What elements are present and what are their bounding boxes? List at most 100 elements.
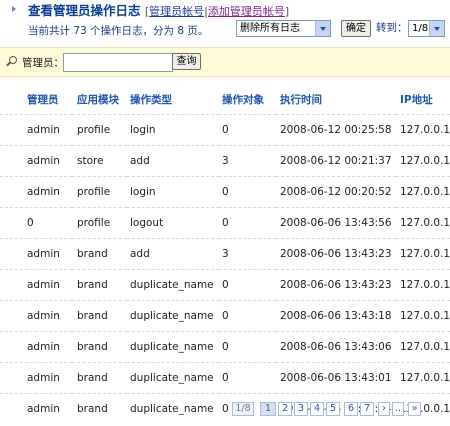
page-title: 查看管理员操作日志 [管理员帐号|添加管理员帐号] [28,0,289,19]
cell-action: duplicate_name [127,269,219,301]
column-header-ip: IP地址 [400,93,433,106]
admin-search-input[interactable] [63,53,173,72]
page-link[interactable]: 4 [310,402,324,416]
cell-module: store [72,145,127,177]
cell-action: logout [127,207,219,239]
cell-action: add [127,145,219,177]
cell-module: brand [72,393,127,424]
page-link[interactable]: 5 [326,402,340,416]
cell-target: 0 [219,362,276,394]
cell-admin: admin [0,300,72,332]
cell-ip: 127.0.0.1 [396,238,450,270]
table-row: adminbrandduplicate_name02008-06-06 13:4… [0,269,450,301]
search-icon [9,56,17,64]
table-row: adminbrandduplicate_name02008-06-06 13:4… [0,300,450,332]
table-header-row: 管理员 应用模块 操作类型 操作对象 执行时间 IP地址 [0,84,450,115]
page-jump-select[interactable]: 1/8 [408,20,445,37]
page-link[interactable]: 2 [278,402,292,416]
cell-admin: 0 [0,207,72,239]
cell-time: 2008-06-06 13:43:23 [276,238,396,270]
table-row: adminbrandduplicate_name02008-06-06 13:4… [0,331,450,363]
page-jump-value: 1/8 [412,23,429,34]
cell-ip: 127.0.0.1 [396,114,450,146]
cell-ip: 127.0.0.1 [396,393,450,424]
cell-target: 0 [219,114,276,146]
cell-time: 2008-06-12 00:25:58 [276,114,396,146]
page-link-current[interactable]: 1 [260,402,276,416]
cell-target: 0 [219,207,276,239]
chevron-down-icon[interactable] [429,21,444,36]
cell-target: 3 [219,145,276,177]
table-row: admin profile login 0 2008-06-12 00:20:52 127… [0,176,450,208]
cell-ip: 127.0.0.1 [396,145,450,177]
cell-ip: 127.0.0.1 [396,300,450,332]
page-ellipsis[interactable]: .. [392,402,404,416]
cell-module: brand [72,331,127,363]
cell-time: 2008-06-06 13:43:56 [276,207,396,239]
cell-admin: admin [0,393,72,424]
cell-admin: admin [0,331,72,363]
log-table: 管理员 应用模块 操作类型 操作对象 执行时间 IP地址 admin profil… [0,84,450,424]
cell-ip: 127.0.0.1 [396,362,450,394]
column-header-target: 操作对象 [222,93,264,106]
cell-action: duplicate_name [127,331,219,363]
cell-action: duplicate_name [127,300,219,332]
cell-time: 2008-06-12 00:21:37 [276,145,396,177]
cell-module: profile [72,207,127,239]
column-header-module: 应用模块 [77,93,119,106]
chevron-down-icon[interactable] [315,21,330,36]
bulk-action-select[interactable]: 删除所有日志 [236,20,331,37]
cell-action: duplicate_name [127,362,219,394]
cell-module: brand [72,300,127,332]
cell-target: 0 [219,269,276,301]
cell-admin: admin [0,362,72,394]
cell-module: profile [72,114,127,146]
log-summary: 当前共计 73 个操作日志，分为 8 页。 [28,25,209,37]
search-button[interactable]: 查询 [172,53,201,70]
cell-module: brand [72,238,127,270]
next-page-icon[interactable]: › [378,402,390,416]
cell-action: login [127,114,219,146]
cell-time: 2008-06-06 13:43:01 [276,362,396,394]
column-header-action: 操作类型 [130,93,172,106]
cell-time: 2008-06-06 13:43:18 [276,300,396,332]
cell-admin: admin [0,269,72,301]
table-row: adminbrandduplicate_name02008-06-06 13:4… [0,362,450,394]
bracket-close: ] [284,5,290,18]
cell-module: brand [72,269,127,301]
search-bar: 管理员： 查询 [0,47,450,77]
cell-ip: 127.0.0.1 [396,331,450,363]
table-row: admin brand add 3 2008-06-06 13:43:23 127.0.0… [0,238,450,270]
triangle-right-icon [12,6,16,12]
add-admin-link[interactable]: 添加管理员帐号 [208,5,285,18]
cell-time: 2008-06-06 13:43:23 [276,269,396,301]
page-header: 查看管理员操作日志 [管理员帐号|添加管理员帐号] 当前共计 73 个操作日志，… [0,0,450,44]
cell-action: duplicate_name [127,393,219,424]
cell-ip: 127.0.0.1 [396,207,450,239]
cell-ip: 127.0.0.1 [396,269,450,301]
cell-time: 2008-06-12 00:20:52 [276,176,396,208]
confirm-button[interactable]: 确定 [341,20,371,37]
admin-accounts-link[interactable]: 管理员帐号 [149,5,204,18]
page-info: 1/8 [232,402,254,416]
cell-target: 0 [219,176,276,208]
table-row: admin store add 3 2008-06-12 00:21:37 127.0.0… [0,145,450,177]
cell-ip: 127.0.0.1 [396,176,450,208]
cell-target: 0 [219,331,276,363]
cell-module: profile [72,176,127,208]
cell-target: 0 [219,300,276,332]
last-page-icon[interactable]: » [408,402,421,416]
cell-admin: admin [0,145,72,177]
page-link[interactable]: 6 [344,402,358,416]
page-title-text: 查看管理员操作日志 [28,3,141,18]
column-header-admin: 管理员 [27,93,59,106]
page-link[interactable]: 7 [360,402,374,416]
cell-target: 3 [219,238,276,270]
table-row: 0 profile logout 0 2008-06-06 13:43:56 127.0.… [0,207,450,239]
admin-search-label: 管理员： [22,57,64,69]
cell-admin: admin [0,176,72,208]
jump-label: 转到： [376,22,408,34]
page-link[interactable]: 3 [294,402,308,416]
column-header-time: 执行时间 [280,93,322,106]
cell-admin: admin [0,114,72,146]
